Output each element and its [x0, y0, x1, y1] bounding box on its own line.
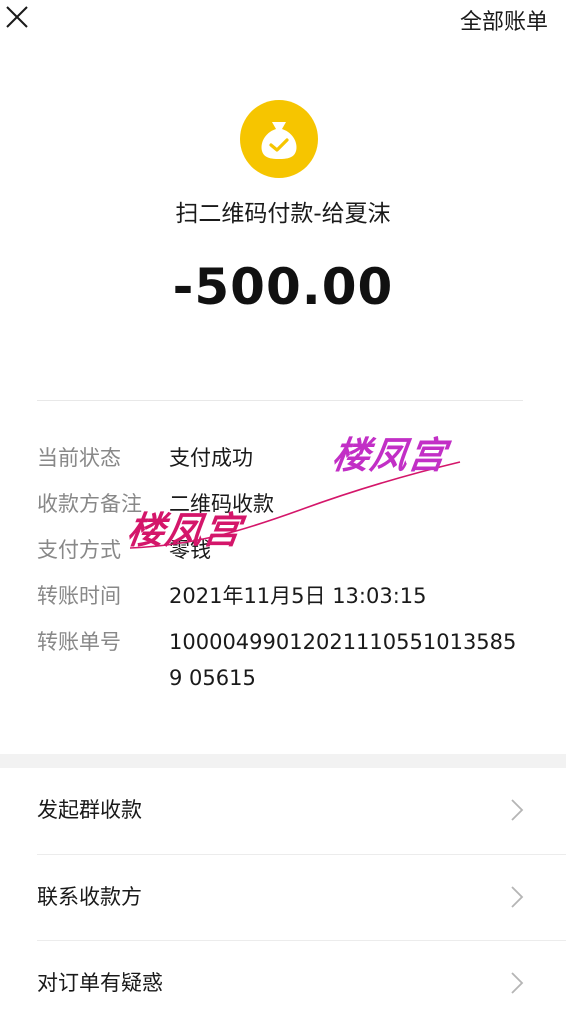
chevron-right-icon — [511, 799, 524, 821]
detail-label: 转账单号 — [37, 630, 121, 654]
menu-item-group-collect[interactable]: 发起群收款 — [0, 768, 566, 852]
top-bar: 全部账单 — [0, 0, 566, 44]
transaction-title: 扫二维码付款-给夏沫 — [175, 201, 391, 227]
divider — [37, 400, 523, 401]
menu-item-order-question[interactable]: 对订单有疑惑 — [0, 941, 566, 1025]
watermark-text: 楼凤宫 — [124, 509, 245, 552]
chevron-right-icon — [511, 886, 524, 908]
menu-item-label: 发起群收款 — [37, 798, 142, 822]
all-bills-link[interactable]: 全部账单 — [460, 4, 548, 36]
section-gap — [0, 754, 566, 768]
menu-item-label: 对订单有疑惑 — [37, 971, 163, 995]
close-button[interactable] — [2, 2, 32, 32]
menu-item-contact-payee[interactable]: 联系收款方 — [0, 855, 566, 939]
detail-label: 当前状态 — [37, 446, 121, 470]
menu-item-label: 联系收款方 — [37, 885, 142, 909]
detail-value: 2021年11月5日 13:03:15 — [169, 584, 427, 608]
money-bag-check-icon — [240, 100, 318, 178]
transaction-amount: -500.00 — [172, 258, 394, 316]
detail-label: 转账时间 — [37, 584, 121, 608]
detail-value[interactable]: 100004990120211105510135859 05615 — [169, 624, 529, 696]
watermark-text: 楼凤宫 — [329, 434, 450, 477]
close-icon — [6, 6, 28, 28]
chevron-right-icon — [511, 972, 524, 994]
